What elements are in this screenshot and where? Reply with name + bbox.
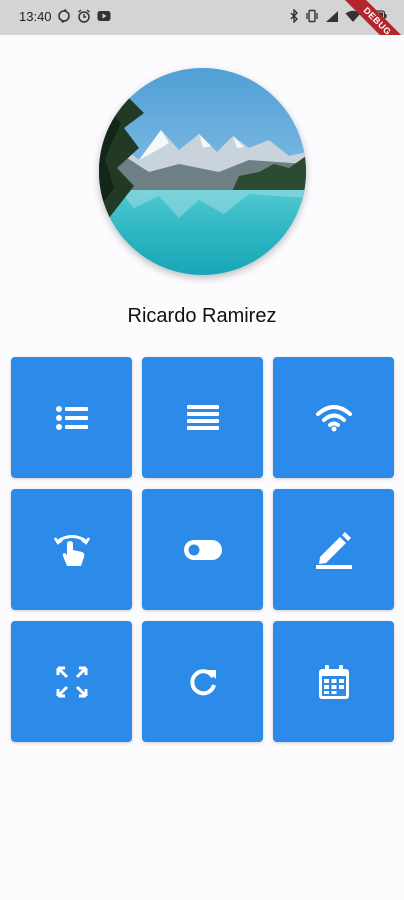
- lines-tile[interactable]: [142, 357, 263, 478]
- edit-icon: [315, 531, 352, 569]
- toggle-tile[interactable]: [142, 489, 263, 610]
- lines-icon: [186, 404, 219, 430]
- avatar[interactable]: [99, 68, 306, 275]
- youtube-icon: [97, 11, 111, 21]
- bluetooth-icon: [290, 9, 298, 23]
- status-bar: 13:40 DEBUG: [0, 0, 404, 35]
- refresh-icon: [189, 668, 216, 695]
- toggle-icon: [183, 539, 222, 560]
- status-time: 13:40: [19, 9, 52, 24]
- calendar-icon: [318, 664, 349, 699]
- calendar-tile[interactable]: [273, 621, 394, 742]
- vibrate-icon: [306, 9, 318, 23]
- swipe-gesture-icon: [53, 534, 90, 566]
- alarm-icon: [78, 9, 90, 23]
- fullscreen-icon: [56, 666, 87, 697]
- avatar-image: [99, 68, 306, 275]
- sync-icon: [58, 9, 70, 23]
- wifi-icon: [315, 404, 352, 431]
- swipe-tile[interactable]: [11, 489, 132, 610]
- list-tile[interactable]: [11, 357, 132, 478]
- list-icon: [55, 405, 88, 430]
- action-grid: [11, 357, 394, 742]
- user-name: Ricardo Ramirez: [127, 305, 277, 327]
- wifi-tile[interactable]: [273, 357, 394, 478]
- edit-tile[interactable]: [273, 489, 394, 610]
- signal-icon: [326, 10, 338, 22]
- refresh-tile[interactable]: [142, 621, 263, 742]
- fullscreen-tile[interactable]: [11, 621, 132, 742]
- status-icons-left: [57, 9, 111, 23]
